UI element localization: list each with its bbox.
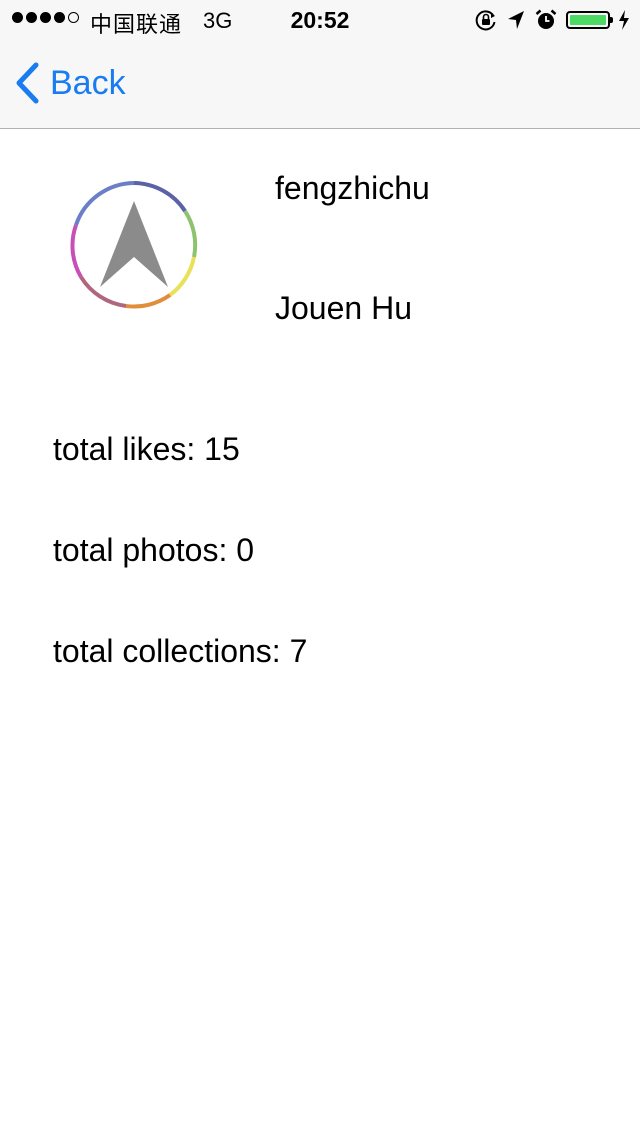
navigation-arrow-logo-icon	[70, 181, 198, 309]
back-button-label: Back	[50, 63, 126, 102]
status-icons	[474, 6, 630, 34]
username: fengzhichu	[275, 170, 430, 206]
total-collections: total collections: 7	[53, 633, 308, 669]
chevron-left-icon	[16, 62, 39, 104]
total-photos: total photos: 0	[53, 532, 255, 568]
back-button[interactable]: Back	[14, 62, 126, 104]
navigation-bar: Back	[0, 40, 640, 129]
full-name: Jouen Hu	[275, 290, 412, 326]
status-bar: 中国联通 3G 20:52	[0, 0, 640, 40]
avatar	[54, 165, 214, 325]
location-arrow-icon	[508, 11, 524, 29]
charging-bolt-icon	[619, 10, 629, 30]
total-likes: total likes: 15	[53, 431, 240, 467]
battery-icon	[566, 11, 613, 29]
orientation-lock-icon	[475, 10, 496, 31]
battery-level	[570, 15, 606, 25]
alarm-clock-icon	[535, 9, 557, 29]
